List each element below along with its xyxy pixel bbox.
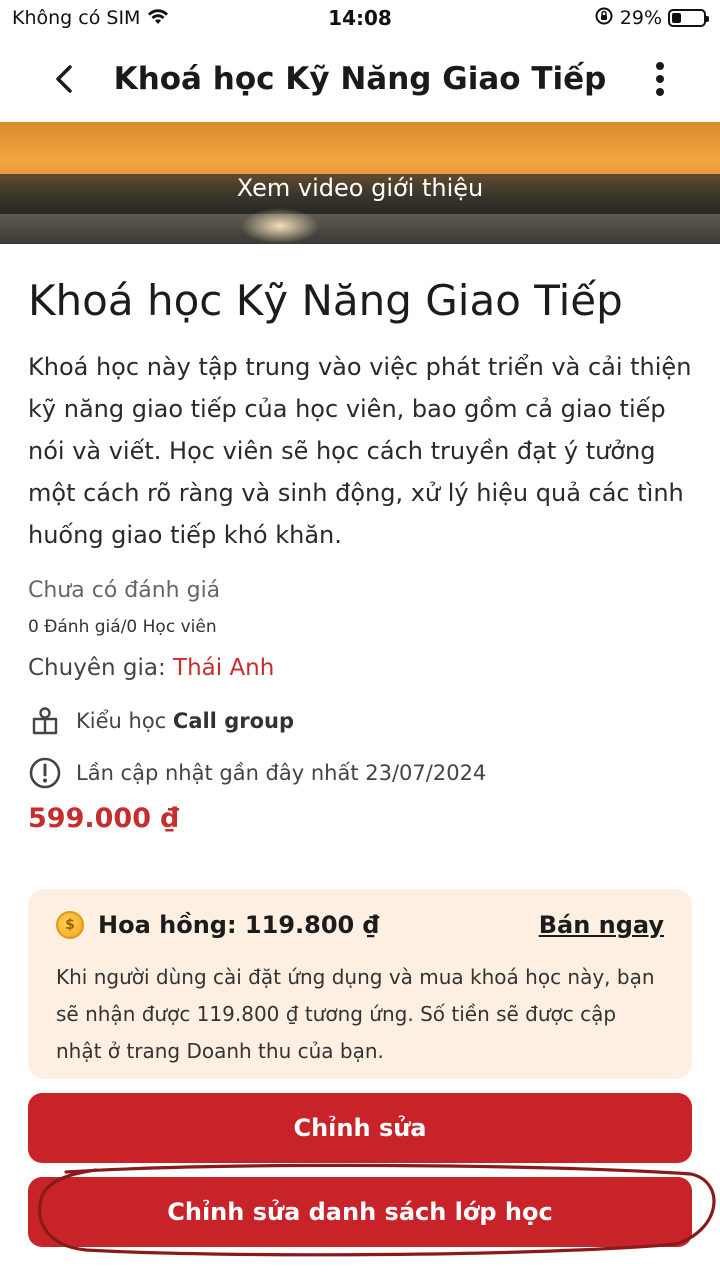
battery-percent: 29%: [619, 7, 662, 29]
expert-row: Chuyên gia: Thái Anh: [28, 655, 692, 681]
info-circle-icon: [29, 757, 61, 789]
page-title: Khoá học Kỹ Năng Giao Tiếp: [113, 61, 607, 97]
commission-left: $ Hoa hồng: 119.800 ₫: [56, 911, 379, 939]
last-update-row: Lần cập nhật gần đây nhất 23/07/2024: [28, 755, 692, 791]
banner-water: [0, 214, 720, 244]
status-left: Không có SIM: [12, 7, 170, 30]
expert-label: Chuyên gia:: [28, 655, 166, 681]
commission-description: Khi người dùng cài đặt ứng dụng và mua k…: [56, 965, 655, 1063]
nav-bar: Khoá học Kỹ Năng Giao Tiếp: [0, 36, 720, 122]
coin-icon: $: [56, 911, 84, 939]
chevron-left-icon: [56, 65, 72, 93]
wifi-icon: [146, 7, 170, 30]
carrier-text: Không có SIM: [12, 7, 141, 29]
rating-count: 0 Đánh giá/0 Học viên: [28, 617, 217, 637]
watch-intro-video-link[interactable]: Xem video giới thiệu: [0, 174, 720, 202]
study-type-value: Call group: [172, 709, 294, 733]
expert-name[interactable]: Thái Anh: [173, 655, 274, 681]
commission-header: $ Hoa hồng: 119.800 ₫ Bán ngay: [56, 907, 664, 943]
study-type-icon: [32, 707, 58, 735]
study-type-label: Kiểu học: [76, 709, 167, 733]
edit-class-list-button[interactable]: Chỉnh sửa danh sách lớp học: [28, 1177, 692, 1247]
battery-icon: [668, 9, 709, 27]
rating-status: Chưa có đánh giá: [28, 578, 221, 603]
study-type-row: Kiểu học Call group: [28, 703, 692, 739]
more-vertical-icon: [656, 62, 664, 96]
status-right: 29%: [594, 6, 709, 31]
last-update-text: Lần cập nhật gần đây nhất 23/07/2024: [76, 761, 487, 785]
status-bar: Không có SIM 14:08 29%: [0, 0, 720, 36]
edit-course-button[interactable]: Chỉnh sửa: [28, 1093, 692, 1163]
sell-now-link[interactable]: Bán ngay: [539, 911, 664, 939]
intro-video-banner[interactable]: Xem video giới thiệu: [0, 122, 720, 244]
course-description: Khoá học này tập trung vào việc phát tri…: [28, 353, 692, 549]
course-title: Khoá học Kỹ Năng Giao Tiếp: [28, 276, 623, 325]
commission-card: $ Hoa hồng: 119.800 ₫ Bán ngay Khi người…: [28, 889, 692, 1079]
commission-amount: Hoa hồng: 119.800 ₫: [98, 911, 380, 939]
orientation-lock-icon: [594, 6, 614, 31]
course-price: 599.000 ₫: [28, 803, 180, 834]
battery-level: [672, 13, 681, 23]
banner-sun-reflection: [240, 208, 320, 244]
course-details: Khoá học Kỹ Năng Giao Tiếp Khoá học này …: [28, 244, 692, 834]
back-button[interactable]: [44, 59, 84, 99]
more-options-button[interactable]: [640, 59, 680, 99]
